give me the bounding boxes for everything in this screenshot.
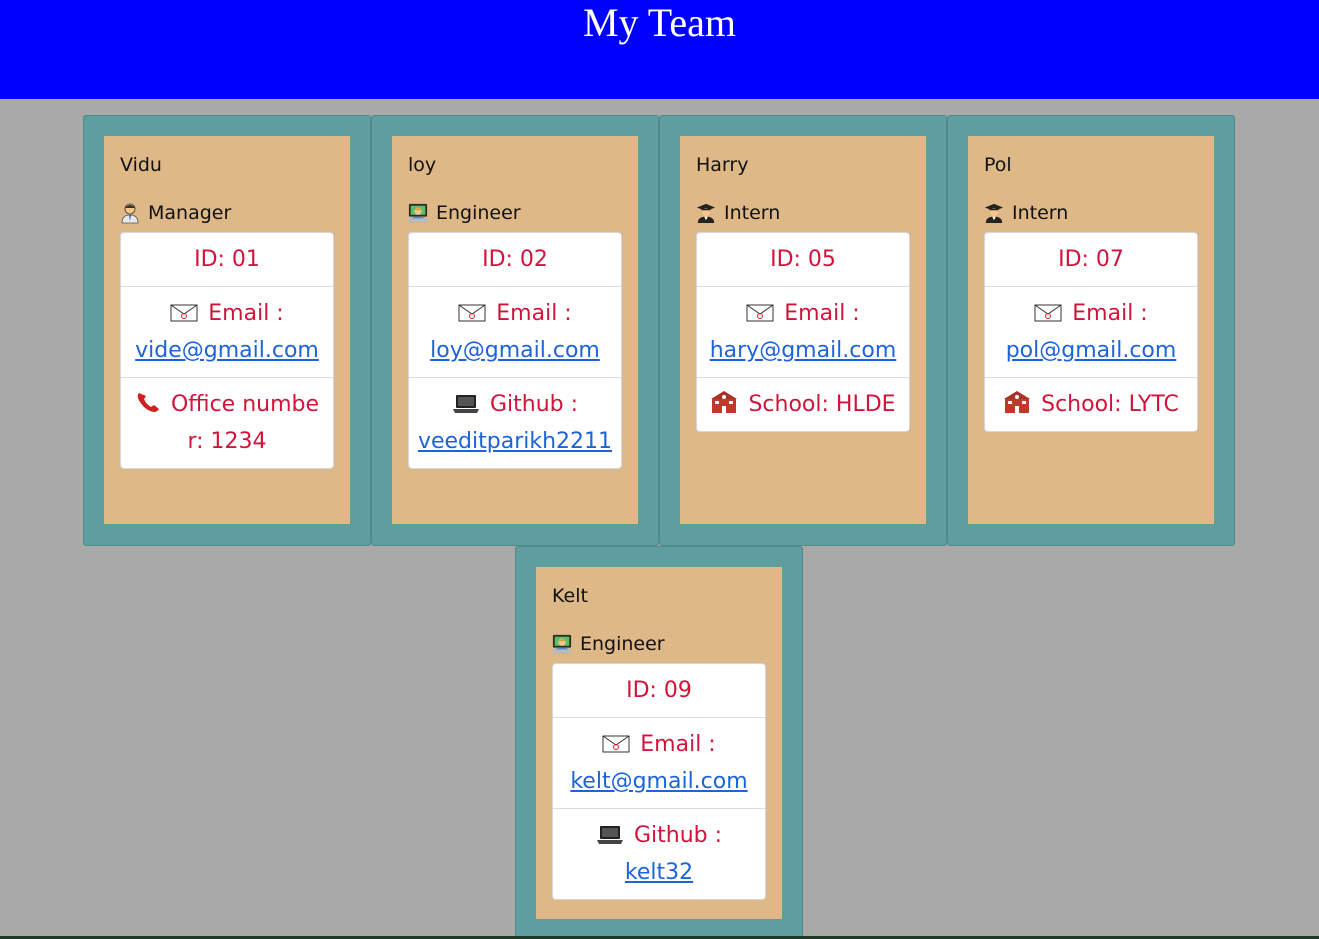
id-item: ID: 02 xyxy=(409,233,621,286)
card-body: Kelt Engineer ID: 09 Email : kelt@gmail.… xyxy=(536,567,782,919)
page-header: My Team xyxy=(0,0,1319,99)
email-item: Email : loy@gmail.com xyxy=(409,286,621,377)
info-list: ID: 02 Email : loy@gmail.com Github : ve… xyxy=(408,232,622,469)
email-label: Email : xyxy=(496,301,572,326)
email-label: Email : xyxy=(1072,301,1148,326)
employee-role: Engineer xyxy=(552,633,665,655)
school-label: School: HLDE xyxy=(748,392,896,417)
phone-icon xyxy=(137,393,159,412)
card-body: Vidu Manager ID: 01 Email : vide@gmail.c… xyxy=(104,136,350,524)
github-link[interactable]: veeditparikh2211 xyxy=(418,429,612,454)
role-label: Intern xyxy=(724,202,781,224)
email-item: Email : vide@gmail.com xyxy=(121,286,333,377)
email-item: Email : kelt@gmail.com xyxy=(553,717,765,808)
github-label: Github : xyxy=(489,392,579,417)
envelope-icon xyxy=(170,304,198,322)
engineer-icon xyxy=(408,203,428,223)
id-item: ID: 01 xyxy=(121,233,333,286)
student-icon xyxy=(696,203,716,223)
school-label: School: LYTC xyxy=(1041,392,1179,417)
employee-name: Kelt xyxy=(552,585,588,607)
role-label: Engineer xyxy=(436,202,521,224)
id-text: ID: 07 xyxy=(1058,247,1124,272)
office-label: Office number: 1234 xyxy=(170,392,320,454)
page-title: My Team xyxy=(582,0,737,45)
employee-role: Intern xyxy=(984,202,1068,224)
email-link[interactable]: loy@gmail.com xyxy=(430,338,600,363)
school-item: School: HLDE xyxy=(697,377,909,431)
id-text: ID: 09 xyxy=(626,678,692,703)
email-label: Email : xyxy=(640,732,716,757)
id-text: ID: 05 xyxy=(770,247,836,272)
email-link[interactable]: hary@gmail.com xyxy=(710,338,897,363)
school-icon xyxy=(711,391,738,413)
employee-role: Manager xyxy=(120,202,231,224)
card-body: loy Engineer ID: 02 Email : loy@gmail.co… xyxy=(392,136,638,524)
envelope-icon xyxy=(602,735,630,753)
student-icon xyxy=(984,203,1004,223)
github-link[interactable]: kelt32 xyxy=(625,860,693,885)
employee-role: Intern xyxy=(696,202,780,224)
email-link[interactable]: vide@gmail.com xyxy=(135,338,319,363)
id-item: ID: 05 xyxy=(697,233,909,286)
employee-name: Vidu xyxy=(120,154,162,176)
employee-name: Pol xyxy=(984,154,1012,176)
employee-card: Kelt Engineer ID: 09 Email : kelt@gmail.… xyxy=(515,546,803,939)
id-item: ID: 09 xyxy=(553,664,765,717)
email-item: Email : pol@gmail.com xyxy=(985,286,1197,377)
school-item: School: LYTC xyxy=(985,377,1197,431)
card-body: Harry Intern ID: 05 Email : hary@gmail.c… xyxy=(680,136,926,524)
engineer-icon xyxy=(552,634,572,654)
school-icon xyxy=(1004,391,1031,413)
employee-card: Pol Intern ID: 07 Email : pol@gmail.com … xyxy=(947,115,1235,546)
role-label: Manager xyxy=(148,202,232,224)
envelope-icon xyxy=(458,304,486,322)
employee-name: Harry xyxy=(696,154,749,176)
envelope-icon xyxy=(1034,304,1062,322)
email-item: Email : hary@gmail.com xyxy=(697,286,909,377)
office-item: Office number: 1234 xyxy=(121,377,333,468)
id-item: ID: 07 xyxy=(985,233,1197,286)
employee-card: loy Engineer ID: 02 Email : loy@gmail.co… xyxy=(371,115,659,546)
github-item: Github : kelt32 xyxy=(553,808,765,899)
manager-icon xyxy=(121,203,139,224)
email-label: Email : xyxy=(784,301,860,326)
employee-role: Engineer xyxy=(408,202,521,224)
role-label: Intern xyxy=(1012,202,1069,224)
email-label: Email : xyxy=(208,301,284,326)
github-item: Github : veeditparikh2211 xyxy=(409,377,621,468)
envelope-icon xyxy=(746,304,774,322)
id-text: ID: 01 xyxy=(194,247,260,272)
employee-card: Harry Intern ID: 05 Email : hary@gmail.c… xyxy=(659,115,947,546)
card-body: Pol Intern ID: 07 Email : pol@gmail.com … xyxy=(968,136,1214,524)
employee-card: Vidu Manager ID: 01 Email : vide@gmail.c… xyxy=(83,115,371,546)
role-label: Engineer xyxy=(580,633,665,655)
info-list: ID: 07 Email : pol@gmail.com School: LYT… xyxy=(984,232,1198,432)
info-list: ID: 09 Email : kelt@gmail.com Github : k… xyxy=(552,663,766,900)
laptop-icon xyxy=(596,826,623,844)
github-label: Github : xyxy=(633,823,723,848)
id-text: ID: 02 xyxy=(482,247,548,272)
laptop-icon xyxy=(452,395,479,413)
info-list: ID: 05 Email : hary@gmail.com School: HL… xyxy=(696,232,910,432)
info-list: ID: 01 Email : vide@gmail.com Office num… xyxy=(120,232,334,469)
employee-name: loy xyxy=(408,154,437,176)
email-link[interactable]: pol@gmail.com xyxy=(1006,338,1177,363)
email-link[interactable]: kelt@gmail.com xyxy=(570,769,747,794)
